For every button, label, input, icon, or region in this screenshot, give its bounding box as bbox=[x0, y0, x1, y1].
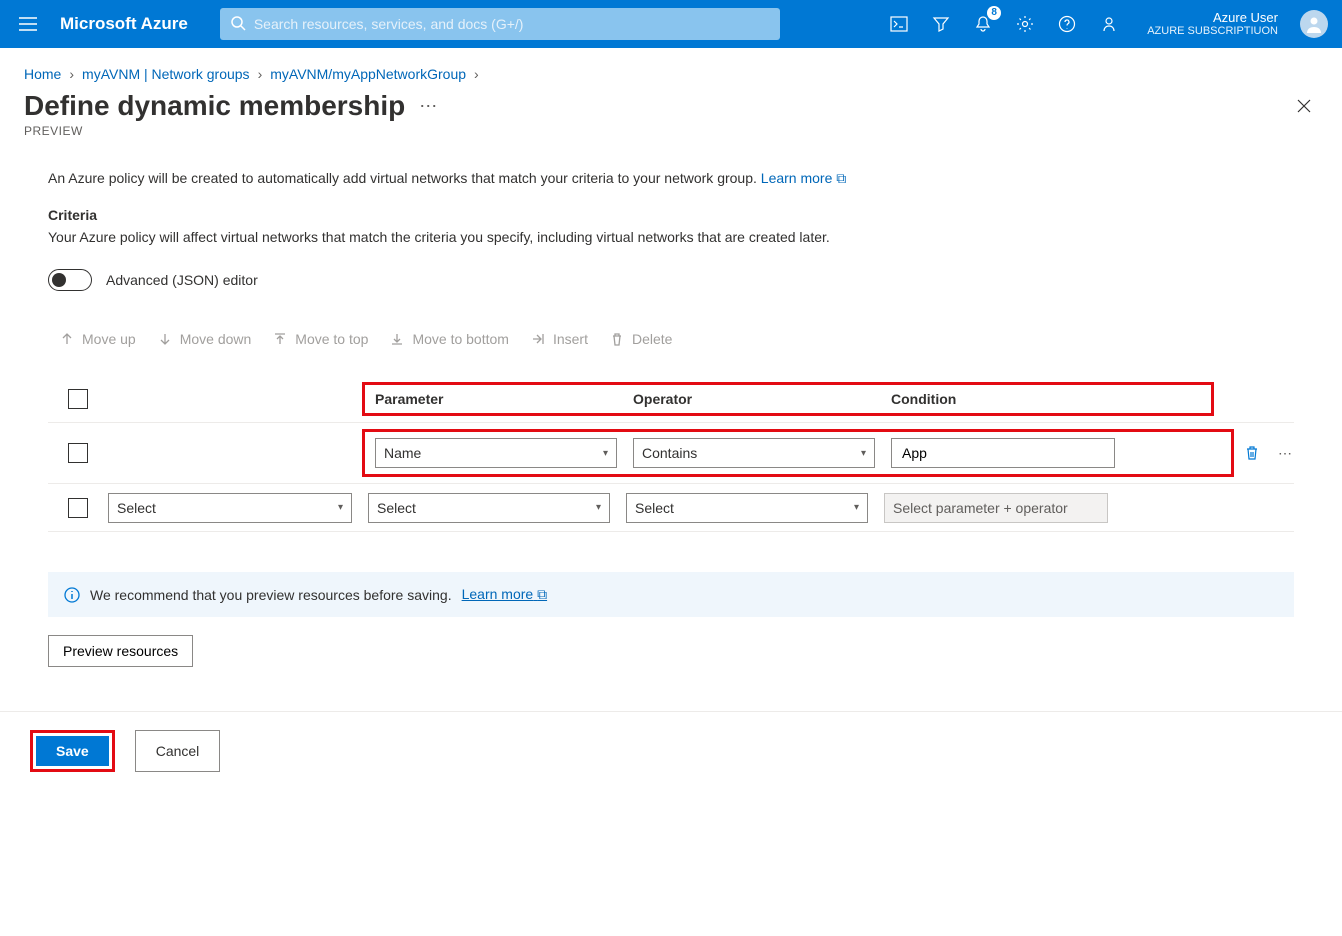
row-checkbox[interactable] bbox=[68, 498, 88, 518]
more-actions-icon[interactable]: ⋯ bbox=[419, 96, 439, 117]
criteria-description: Your Azure policy will affect virtual ne… bbox=[48, 229, 1294, 245]
arrow-down-icon bbox=[158, 332, 172, 346]
table-header-row: Parameter Operator Condition bbox=[48, 375, 1294, 423]
help-icon[interactable] bbox=[1053, 10, 1081, 38]
advanced-toggle-row: Advanced (JSON) editor bbox=[48, 269, 1294, 291]
select-all-checkbox[interactable] bbox=[68, 389, 88, 409]
header-condition: Condition bbox=[891, 391, 1131, 407]
table-row: Name ▾ Contains ▾ ⋯ bbox=[48, 423, 1294, 484]
header-parameter: Parameter bbox=[375, 391, 633, 407]
notification-badge: 8 bbox=[987, 6, 1001, 20]
insert-icon bbox=[531, 332, 545, 346]
avatar[interactable] bbox=[1300, 10, 1328, 38]
criteria-toolbar: Move up Move down Move to top Move to bo… bbox=[48, 331, 1294, 347]
external-link-icon: ⧉ bbox=[537, 586, 547, 602]
more-row-icon[interactable]: ⋯ bbox=[1278, 445, 1294, 462]
info-learn-more-link[interactable]: Learn more ⧉ bbox=[462, 586, 547, 603]
topbar: Microsoft Azure 8 Azure User AZURE SUBSC… bbox=[0, 0, 1342, 48]
criteria-table: Parameter Operator Condition Name ▾ bbox=[48, 375, 1294, 532]
move-up-button[interactable]: Move up bbox=[60, 331, 136, 347]
save-highlight: Save bbox=[30, 730, 115, 772]
chevron-right-icon: › bbox=[69, 66, 74, 82]
move-to-top-button[interactable]: Move to top bbox=[273, 331, 368, 347]
footer: Save Cancel bbox=[0, 711, 1342, 790]
info-banner: We recommend that you preview resources … bbox=[48, 572, 1294, 617]
trash-icon bbox=[610, 332, 624, 346]
insert-button[interactable]: Insert bbox=[531, 331, 588, 347]
title-row: Define dynamic membership ⋯ bbox=[0, 90, 1342, 122]
info-icon bbox=[64, 587, 80, 603]
preview-resources-button[interactable]: Preview resources bbox=[48, 635, 193, 667]
chevron-right-icon: › bbox=[474, 66, 479, 82]
breadcrumb-home[interactable]: Home bbox=[24, 66, 61, 82]
topbar-right: 8 Azure User AZURE SUBSCRIPTIUON bbox=[885, 10, 1334, 39]
settings-gear-icon[interactable] bbox=[1011, 10, 1039, 38]
learn-more-link[interactable]: Learn more ⧉ bbox=[761, 170, 846, 186]
andor-select[interactable]: Select ▾ bbox=[108, 493, 352, 523]
operator-select[interactable]: Select ▾ bbox=[626, 493, 868, 523]
chevron-down-icon: ▾ bbox=[861, 448, 866, 459]
delete-button[interactable]: Delete bbox=[610, 331, 672, 347]
breadcrumb-app-group[interactable]: myAVNM/myAppNetworkGroup bbox=[270, 66, 466, 82]
content: An Azure policy will be created to autom… bbox=[0, 138, 1342, 687]
condition-input[interactable] bbox=[891, 438, 1115, 468]
delete-row-icon[interactable] bbox=[1244, 445, 1260, 461]
advanced-toggle-label: Advanced (JSON) editor bbox=[106, 272, 258, 288]
parameter-select[interactable]: Name ▾ bbox=[375, 438, 617, 468]
parameter-select[interactable]: Select ▾ bbox=[368, 493, 610, 523]
toggle-knob bbox=[52, 273, 66, 287]
move-down-button[interactable]: Move down bbox=[158, 331, 252, 347]
user-subscription: AZURE SUBSCRIPTIUON bbox=[1147, 25, 1278, 38]
description-text: An Azure policy will be created to autom… bbox=[48, 170, 1294, 187]
operator-select[interactable]: Contains ▾ bbox=[633, 438, 875, 468]
brand-label[interactable]: Microsoft Azure bbox=[60, 14, 188, 34]
advanced-json-toggle[interactable] bbox=[48, 269, 92, 291]
info-text: We recommend that you preview resources … bbox=[90, 587, 452, 603]
header-operator: Operator bbox=[633, 391, 891, 407]
search-input[interactable] bbox=[220, 8, 780, 40]
condition-disabled: Select parameter + operator bbox=[884, 493, 1108, 523]
move-to-bottom-button[interactable]: Move to bottom bbox=[390, 331, 509, 347]
search-wrap bbox=[220, 8, 780, 40]
preview-tag: PREVIEW bbox=[0, 122, 1342, 138]
chevron-down-icon: ▾ bbox=[338, 502, 343, 513]
breadcrumb-network-groups[interactable]: myAVNM | Network groups bbox=[82, 66, 250, 82]
save-button[interactable]: Save bbox=[36, 736, 109, 766]
arrow-top-icon bbox=[273, 332, 287, 346]
arrow-bottom-icon bbox=[390, 332, 404, 346]
notifications-icon[interactable]: 8 bbox=[969, 10, 997, 38]
chevron-down-icon: ▾ bbox=[603, 448, 608, 459]
cancel-button[interactable]: Cancel bbox=[135, 730, 221, 772]
hamburger-menu-icon[interactable] bbox=[8, 17, 48, 31]
user-block[interactable]: Azure User AZURE SUBSCRIPTIUON bbox=[1147, 10, 1278, 39]
page-title: Define dynamic membership bbox=[24, 90, 405, 122]
chevron-down-icon: ▾ bbox=[596, 502, 601, 513]
table-row: Select ▾ Select ▾ Select ▾ Select parame… bbox=[48, 484, 1294, 532]
cloud-shell-icon[interactable] bbox=[885, 10, 913, 38]
directory-filter-icon[interactable] bbox=[927, 10, 955, 38]
search-icon bbox=[230, 15, 246, 31]
breadcrumb: Home › myAVNM | Network groups › myAVNM/… bbox=[0, 48, 1342, 90]
criteria-title: Criteria bbox=[48, 207, 1294, 223]
chevron-down-icon: ▾ bbox=[854, 502, 859, 513]
row-checkbox[interactable] bbox=[68, 443, 88, 463]
arrow-up-icon bbox=[60, 332, 74, 346]
description-span: An Azure policy will be created to autom… bbox=[48, 170, 757, 186]
chevron-right-icon: › bbox=[258, 66, 263, 82]
user-name: Azure User bbox=[1213, 10, 1278, 26]
external-link-icon: ⧉ bbox=[836, 170, 846, 186]
feedback-icon[interactable] bbox=[1095, 10, 1123, 38]
close-icon[interactable] bbox=[1290, 92, 1318, 120]
